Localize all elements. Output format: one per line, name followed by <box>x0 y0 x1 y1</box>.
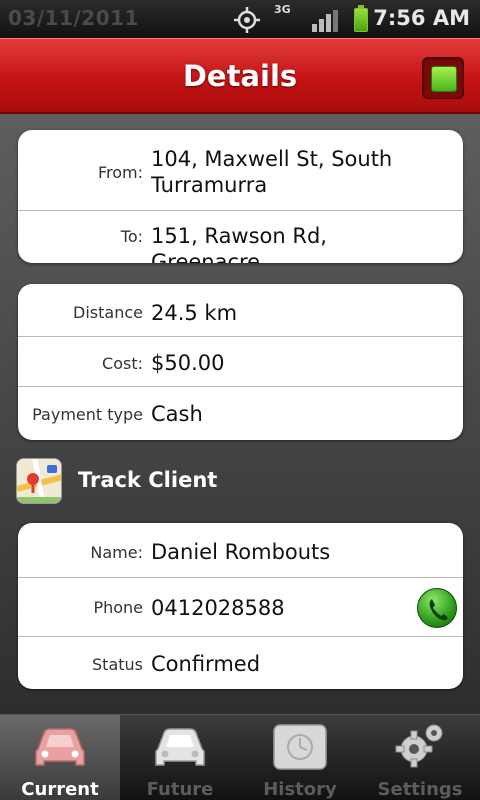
cost-row: Cost: $50.00 <box>18 336 463 386</box>
page-title: Details <box>182 59 298 93</box>
clock-icon <box>273 724 327 770</box>
car-icon <box>35 728 85 766</box>
tab-future[interactable]: Future <box>120 715 240 800</box>
cost-value: $50.00 <box>151 351 225 375</box>
client-card: Name: Daniel Rombouts Phone 0412028588 S… <box>18 523 463 689</box>
battery-icon <box>354 5 368 32</box>
to-row: To: 151, Rawson Rd, Greenacre <box>18 210 463 263</box>
status-clock: 7:56 AM <box>373 6 470 30</box>
name-value: Daniel Rombouts <box>151 540 331 564</box>
to-value: 151, Rawson Rd, Greenacre <box>151 224 327 263</box>
cost-label: Cost: <box>102 354 143 373</box>
car-icon <box>155 728 205 766</box>
fare-card: Distance 24.5 km Cost: $50.00 Payment ty… <box>18 284 463 440</box>
phone-icon <box>429 599 448 621</box>
call-button[interactable] <box>417 588 457 628</box>
tab-future-label: Future <box>146 779 214 800</box>
phone-value: 0412028588 <box>151 596 285 620</box>
tab-settings[interactable]: Settings <box>360 715 480 800</box>
status-value: Confirmed <box>151 652 261 676</box>
title-bar: Details <box>0 38 480 114</box>
tab-current[interactable]: Current <box>0 715 120 800</box>
name-label: Name: <box>90 543 143 562</box>
status-bar: 03/11/2011 3G 7:56 AM <box>0 0 480 38</box>
payment-row: Payment type Cash <box>18 386 463 440</box>
phone-label: Phone <box>93 598 143 617</box>
to-label: To: <box>120 227 143 246</box>
payment-value: Cash <box>151 402 203 426</box>
phone-row: Phone 0412028588 <box>18 577 463 636</box>
name-row: Name: Daniel Rombouts <box>18 523 463 577</box>
gps-icon <box>234 7 260 33</box>
distance-value: 24.5 km <box>151 301 238 325</box>
tab-history-label: History <box>263 779 337 800</box>
track-client-header[interactable]: Track Client <box>16 458 456 504</box>
tab-history[interactable]: History <box>240 715 360 800</box>
track-client-title: Track Client <box>78 468 218 492</box>
tab-settings-label: Settings <box>377 779 463 800</box>
distance-label: Distance <box>73 303 143 322</box>
from-row: From: 104, Maxwell St, South Turramurra <box>18 130 463 210</box>
status-row: Status Confirmed <box>18 636 463 689</box>
tab-current-label: Current <box>21 779 99 800</box>
signal-icon <box>312 10 338 32</box>
tab-bar: Current Future History Settings <box>0 714 480 800</box>
payment-label: Payment type <box>32 405 143 424</box>
trip-card: From: 104, Maxwell St, South Turramurra … <box>18 130 463 263</box>
status-date: 03/11/2011 <box>8 6 139 30</box>
status-label: Status <box>92 655 143 674</box>
distance-row: Distance 24.5 km <box>18 284 463 336</box>
from-label: From: <box>97 163 143 182</box>
from-value: 104, Maxwell St, South Turramurra <box>151 147 393 197</box>
gear-icon <box>395 724 443 768</box>
maps-icon[interactable] <box>16 458 62 504</box>
network-icon: 3G <box>274 3 291 16</box>
status-toggle-button[interactable] <box>422 57 464 99</box>
